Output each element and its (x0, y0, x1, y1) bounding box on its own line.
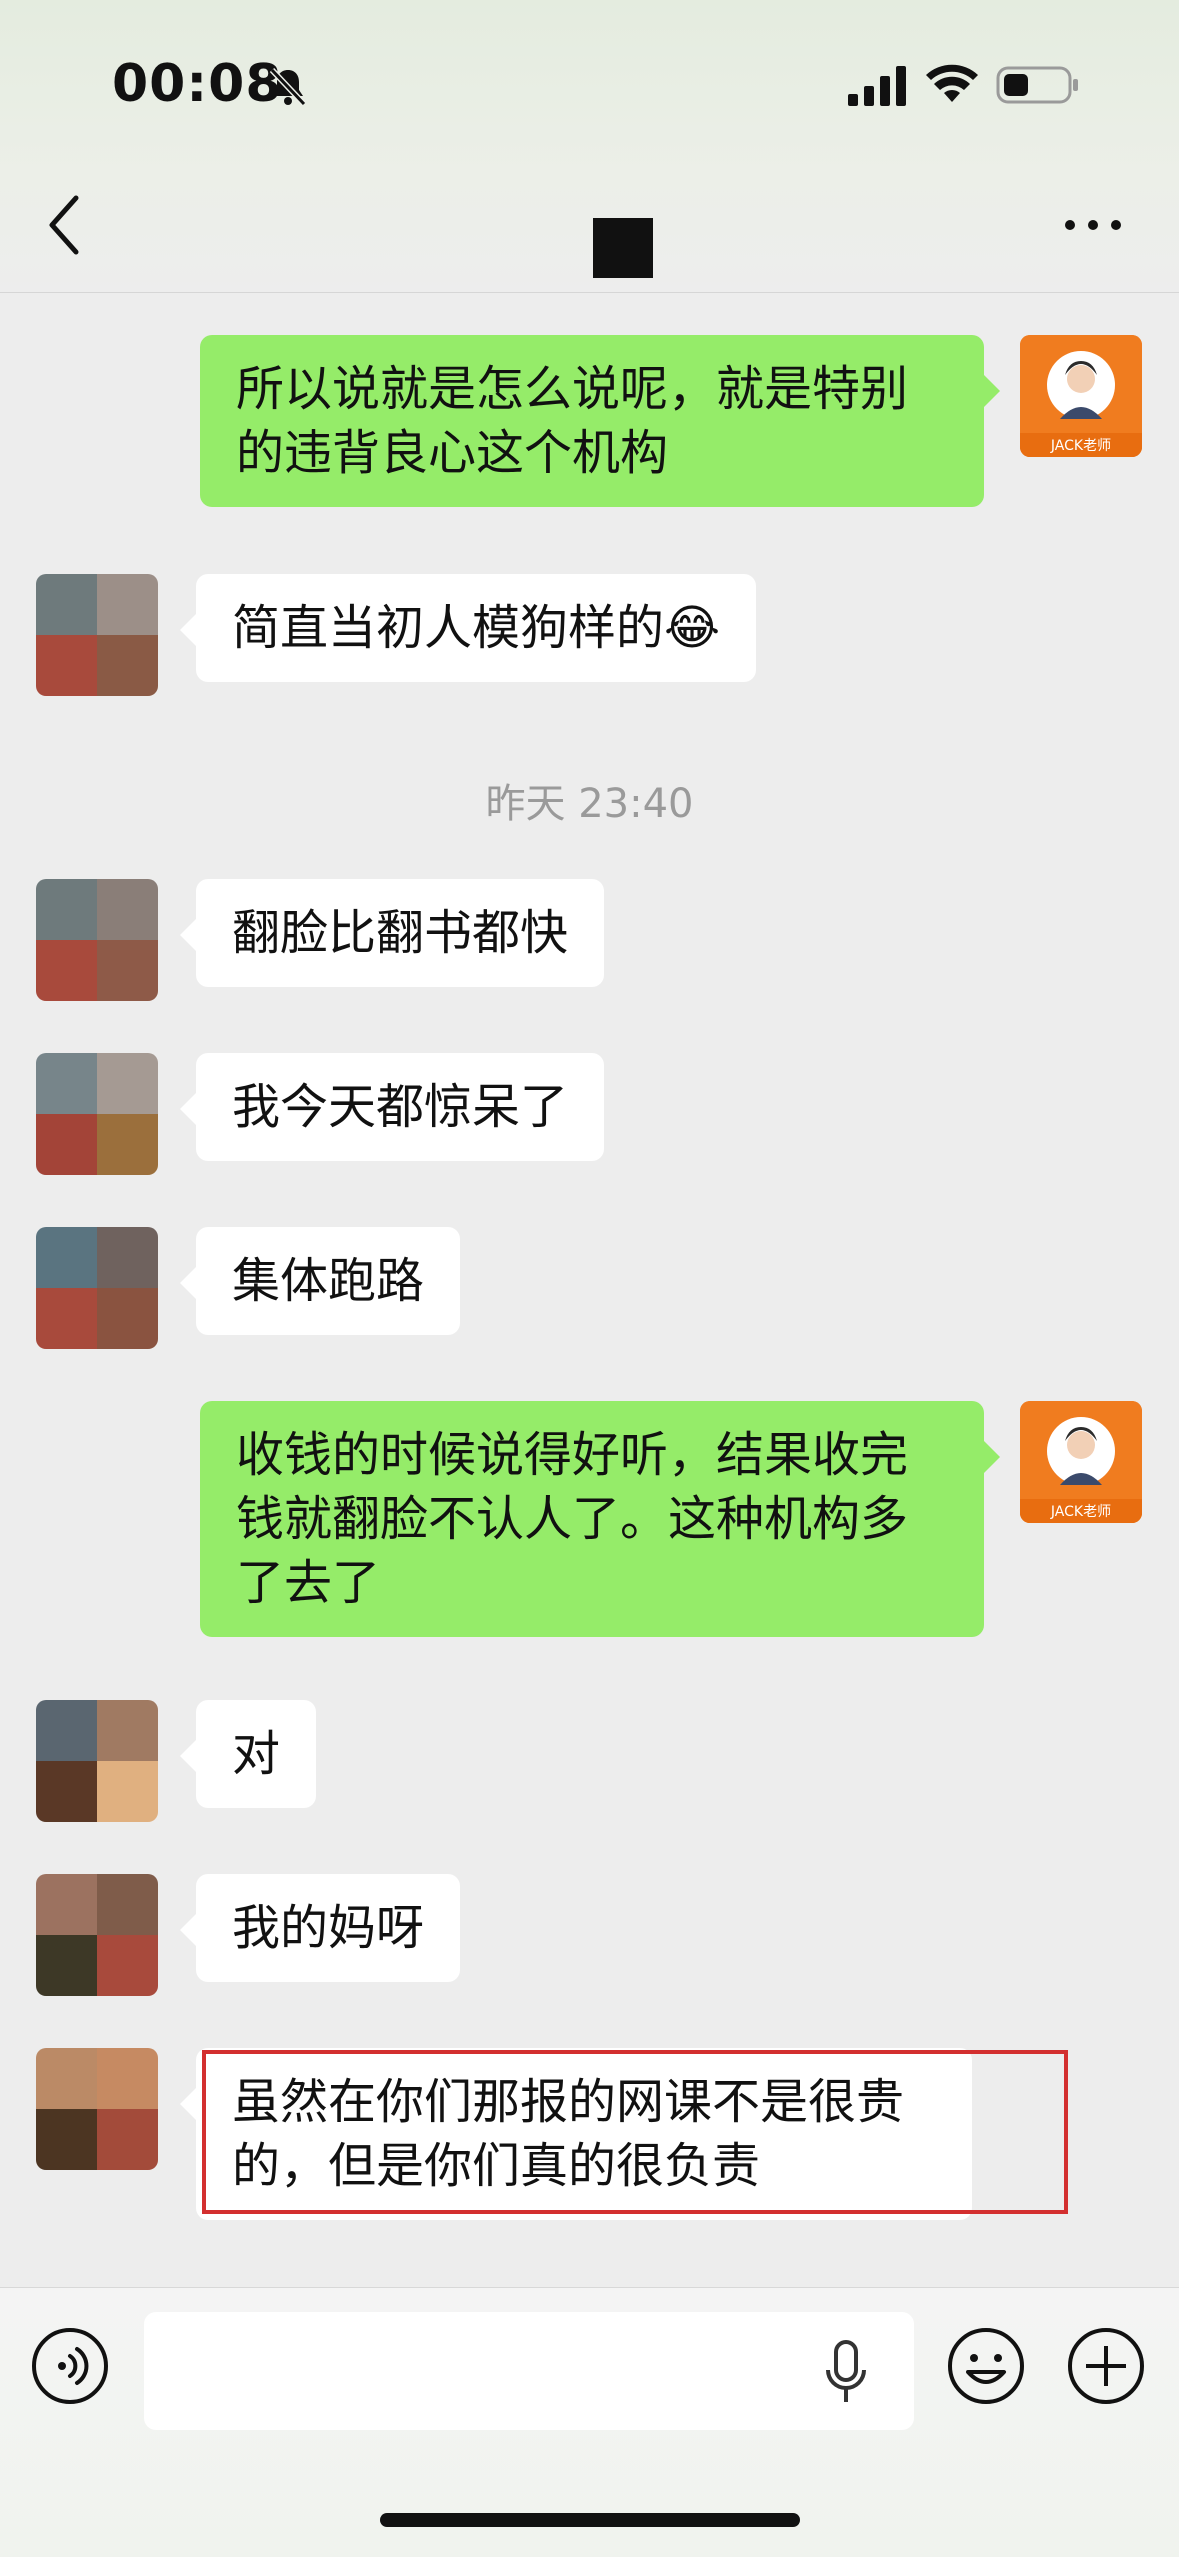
message-bubble-incoming[interactable]: 我的妈呀 (179, 1874, 461, 1982)
contact-avatar[interactable] (36, 1227, 158, 1349)
message-text: 收钱的时候说得好听，结果收完钱就翻脸不认人了。这种机构多了去了 (236, 1427, 909, 1611)
message-bubble-incoming[interactable]: 集体跑路 (179, 1227, 461, 1335)
message-bubble-outgoing[interactable]: 所以说就是怎么说呢，就是特别的违背良心这个机构 (200, 335, 1000, 507)
home-indicator[interactable] (380, 2513, 800, 2527)
chat-title-redacted (593, 218, 653, 278)
message-bubble-incoming[interactable]: 我今天都惊呆了 (179, 1053, 605, 1161)
message-text: 翻脸比翻书都快 (232, 905, 569, 961)
back-icon[interactable] (40, 190, 90, 260)
contact-avatar[interactable] (36, 1700, 158, 1822)
message-bubble-incoming[interactable]: 简直当初人模狗样的😂 (179, 574, 757, 682)
message-text: 简直当初人模狗样的😂 (232, 600, 721, 656)
contact-avatar[interactable] (36, 879, 158, 1001)
message-input[interactable] (144, 2312, 914, 2430)
status-time: 00:08 (112, 54, 283, 114)
message-text: 集体跑路 (232, 1253, 425, 1309)
bell-mute-icon (269, 67, 307, 107)
voice-icon[interactable] (30, 2326, 110, 2406)
my-avatar[interactable]: JACK老师 (1020, 335, 1142, 457)
contact-avatar[interactable] (36, 2048, 158, 2170)
contact-avatar[interactable] (36, 1053, 158, 1175)
message-text: 对 (232, 1726, 281, 1782)
avatar-badge: JACK老师 (1050, 438, 1111, 454)
message-list[interactable]: JACK老师 所以说就是怎么说呢，就是特别的违背良心这个机构 简直当初人模狗样的… (0, 293, 1179, 2293)
message-bubble-incoming[interactable]: 对 (179, 1700, 317, 1808)
avatar-badge: JACK老师 (1050, 1504, 1111, 1520)
teacher-avatar-icon: JACK老师 (1020, 335, 1142, 457)
highlight-box (202, 2050, 1068, 2214)
message-bubble-incoming[interactable]: 翻脸比翻书都快 (179, 879, 605, 987)
message-timestamp: 昨天 23:40 (485, 781, 694, 827)
mic-icon[interactable] (824, 2340, 868, 2406)
signal-icon (848, 66, 906, 106)
contact-avatar[interactable] (36, 574, 158, 696)
my-avatar[interactable]: JACK老师 (1020, 1401, 1142, 1523)
teacher-avatar-icon: JACK老师 (1020, 1401, 1142, 1523)
message-text: 我的妈呀 (232, 1900, 425, 1956)
contact-avatar[interactable] (36, 1874, 158, 1996)
plus-icon[interactable] (1066, 2326, 1146, 2406)
message-text: 我今天都惊呆了 (232, 1079, 569, 1135)
message-bubble-outgoing[interactable]: 收钱的时候说得好听，结果收完钱就翻脸不认人了。这种机构多了去了 (200, 1401, 1000, 1637)
chat-header: 00:08 (0, 0, 1179, 293)
emoji-icon[interactable] (946, 2326, 1026, 2406)
battery-icon (996, 66, 1078, 104)
wifi-icon (926, 64, 978, 102)
more-icon[interactable] (1060, 205, 1126, 245)
message-text: 所以说就是怎么说呢，就是特别的违背良心这个机构 (236, 361, 909, 481)
